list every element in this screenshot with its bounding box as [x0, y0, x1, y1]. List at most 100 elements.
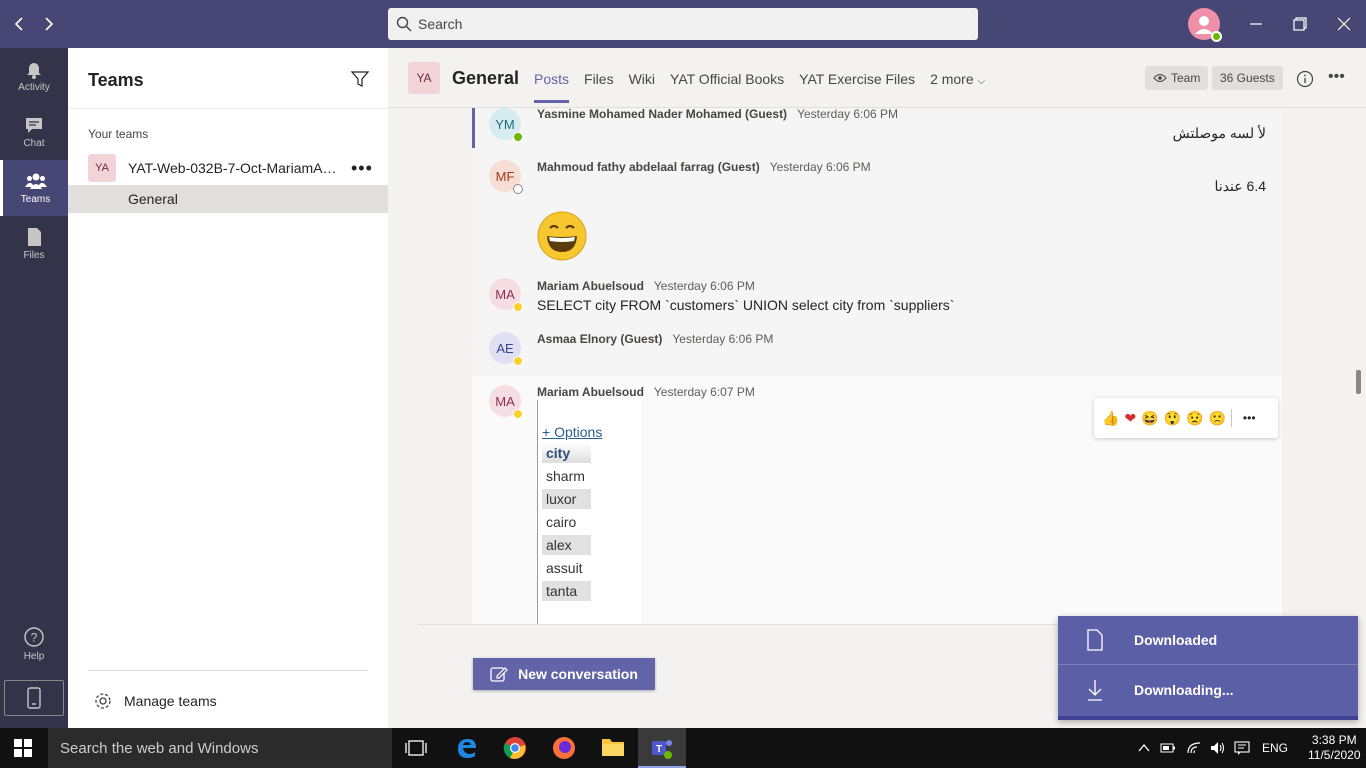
bell-icon [24, 59, 44, 79]
rail-item-activity[interactable]: Activity [0, 48, 68, 104]
scrollbar-thumb[interactable] [1356, 370, 1361, 394]
rail-item-help[interactable]: ? Help [0, 616, 68, 672]
minimize-icon[interactable] [1246, 14, 1266, 34]
toast-item-downloading[interactable]: Downloading... [1058, 665, 1358, 714]
clock-date: 11/5/2020 [1308, 748, 1361, 762]
rail-item-chat[interactable]: Chat [0, 104, 68, 160]
team-button[interactable]: Team [1145, 66, 1209, 90]
volume-icon[interactable] [1210, 741, 1226, 755]
sad-icon[interactable]: 😟 [1186, 410, 1203, 427]
avatar: MF [489, 160, 523, 194]
restore-icon[interactable] [1290, 14, 1310, 34]
channel-tabs: Posts Files Wiki YAT Official Books YAT … [534, 71, 985, 103]
search-placeholder: Search [418, 16, 463, 32]
file-icon [1086, 629, 1104, 651]
tab-official-books[interactable]: YAT Official Books [670, 71, 784, 87]
team-item[interactable]: YA YAT-Web-032B-7-Oct-MariamAbuelsoud ••… [68, 152, 388, 188]
title-bar: Search [0, 0, 1366, 48]
tab-files[interactable]: Files [584, 71, 614, 87]
more-options-icon[interactable]: ••• [351, 158, 373, 179]
team-avatar: YA [88, 154, 116, 182]
divider [68, 108, 388, 109]
filter-icon[interactable] [351, 70, 369, 88]
battery-icon[interactable] [1160, 743, 1176, 753]
manage-teams-button[interactable]: Manage teams [94, 692, 217, 710]
teams-icon [24, 171, 47, 191]
thread-indicator [472, 108, 475, 148]
notifications-icon[interactable] [1234, 741, 1250, 755]
clock[interactable]: 3:38 PM 11/5/2020 [1308, 733, 1361, 763]
tab-more[interactable]: 2 more ⌵ [930, 71, 985, 87]
table-cell: assuit [546, 560, 583, 576]
divider [1230, 409, 1232, 427]
message-author: Asmaa Elnory (Guest) Yesterday 6:06 PM [537, 332, 774, 346]
reaction-bar: 👍 ❤ 😆 😲 😟 🙁 ••• [1094, 398, 1278, 438]
avatar: MA [489, 385, 523, 419]
heart-icon[interactable]: ❤ [1124, 410, 1136, 427]
mobile-app-button[interactable] [4, 680, 64, 716]
angry-icon[interactable]: 🙁 [1208, 410, 1225, 427]
more-options-icon[interactable]: ••• [1243, 411, 1256, 425]
message-author: Mariam Abuelsoud Yesterday 6:07 PM [537, 385, 755, 399]
firefox-icon[interactable] [552, 736, 576, 760]
presence-offline-icon [513, 184, 523, 194]
chrome-icon[interactable] [503, 736, 527, 760]
options-link[interactable]: + Options [542, 424, 602, 440]
presence-available-icon [513, 132, 523, 142]
info-icon[interactable] [1296, 70, 1314, 88]
teams-taskbar-button[interactable]: T [638, 728, 686, 768]
message-timestamp: Yesterday 6:06 PM [797, 108, 899, 121]
laugh-icon[interactable]: 😆 [1141, 410, 1158, 427]
chevron-down-icon: ⌵ [977, 76, 986, 87]
new-conversation-button[interactable]: New conversation [473, 658, 655, 690]
channel-header: YA General Posts Files Wiki YAT Official… [388, 48, 1366, 108]
download-toast: Downloaded Downloading... [1058, 616, 1358, 720]
table-cell: alex [542, 535, 591, 555]
channel-avatar: YA [408, 62, 440, 94]
wifi-icon[interactable] [1186, 741, 1202, 755]
message-author: Mariam Abuelsoud Yesterday 6:06 PM [537, 279, 755, 293]
chevron-up-icon[interactable] [1138, 743, 1150, 753]
message-text: 6.4 عندنا [1214, 178, 1266, 194]
edge-icon[interactable] [455, 736, 479, 760]
avatar: MA [489, 278, 523, 312]
message-feed: YM Yasmine Mohamed Nader Mohamed (Guest)… [472, 108, 1282, 624]
back-arrow-icon[interactable] [10, 14, 30, 34]
svg-text:T: T [656, 744, 662, 755]
system-tray: ENG 3:38 PM 11/5/2020 [1138, 728, 1361, 768]
task-view-icon[interactable] [405, 739, 427, 757]
close-icon[interactable] [1334, 14, 1354, 34]
search-box[interactable]: Search [388, 8, 978, 40]
profile-avatar[interactable] [1188, 8, 1222, 42]
divider [88, 670, 368, 671]
table-header: city [542, 443, 591, 463]
tab-wiki[interactable]: Wiki [629, 71, 655, 87]
progress-track [1058, 716, 1358, 720]
table-cell: tanta [542, 581, 591, 601]
more-options-icon[interactable]: ••• [1328, 68, 1345, 86]
avatar: AE [489, 332, 523, 366]
tab-posts[interactable]: Posts [534, 71, 570, 103]
rail-item-teams[interactable]: Teams [0, 160, 68, 216]
file-explorer-icon[interactable] [601, 736, 625, 758]
channel-title: General [452, 68, 520, 88]
eye-icon [1153, 73, 1167, 83]
rail-item-files[interactable]: Files [0, 216, 68, 272]
avatar: YM [489, 108, 523, 142]
phone-icon [27, 687, 41, 709]
compose-icon [490, 665, 508, 683]
team-name: YAT-Web-032B-7-Oct-MariamAbuelsoud [128, 160, 338, 176]
guests-button[interactable]: 36 Guests [1212, 66, 1283, 90]
toast-item-downloaded[interactable]: Downloaded [1058, 616, 1358, 665]
thumbs-up-icon[interactable]: 👍 [1102, 410, 1119, 427]
windows-taskbar: Search the web and Windows T ENG 3:38 PM… [0, 728, 1366, 768]
surprised-icon[interactable]: 😲 [1164, 410, 1181, 427]
language-indicator[interactable]: ENG [1262, 741, 1288, 755]
channel-item-general[interactable]: General [68, 185, 388, 213]
tab-exercise-files[interactable]: YAT Exercise Files [799, 71, 915, 87]
forward-arrow-icon[interactable] [38, 14, 58, 34]
table-cell: sharm [546, 468, 585, 484]
message-text: SELECT city FROM `customers` UNION selec… [537, 297, 955, 313]
taskbar-search[interactable]: Search the web and Windows [48, 728, 392, 768]
windows-start-icon[interactable] [14, 739, 32, 757]
